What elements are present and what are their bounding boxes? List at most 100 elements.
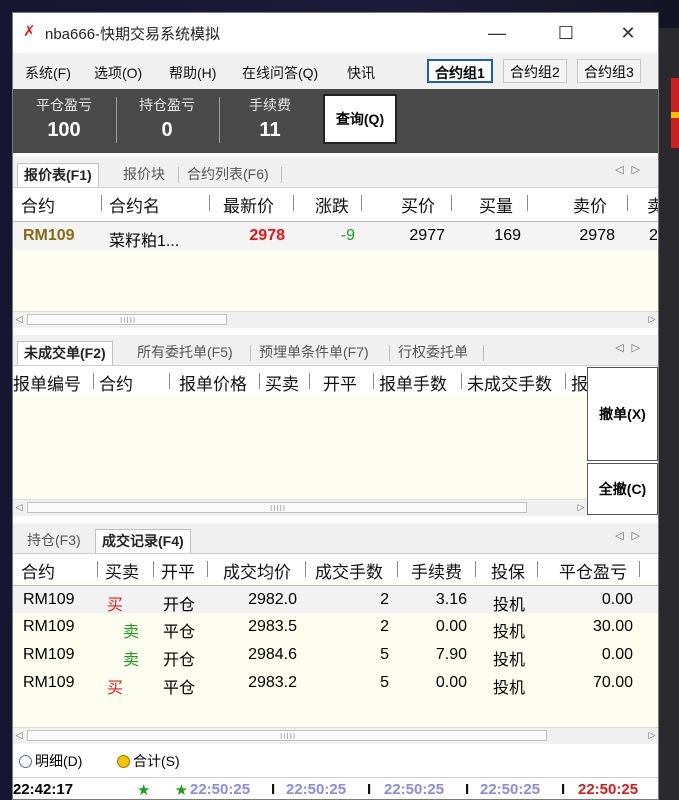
- cancel-order-button[interactable]: 撤单(X): [587, 367, 658, 461]
- col-change[interactable]: 涨跌: [315, 192, 349, 217]
- menu-online-qa[interactable]: 在线问答(Q): [242, 63, 318, 83]
- tab-positions[interactable]: 持仓(F3): [21, 529, 87, 552]
- trade-side: 卖: [123, 624, 140, 641]
- col-trade-hedge[interactable]: 投保: [491, 558, 525, 583]
- col-order-more[interactable]: 报: [571, 370, 587, 395]
- tab-contract-group-2[interactable]: 合约组2: [503, 59, 567, 83]
- col-divider: [293, 195, 294, 211]
- server-time: 22:50:25: [286, 781, 347, 798]
- tab-exercise-orders[interactable]: 行权委托单: [392, 341, 474, 364]
- maximize-button[interactable]: ☐: [543, 13, 589, 53]
- menu-help[interactable]: 帮助(H): [169, 63, 216, 83]
- tab-all-orders[interactable]: 所有委托单(F5): [131, 341, 239, 364]
- table-row[interactable]: RM109 买 开仓 2982.0 2 3.16 投机 0.00: [13, 585, 658, 615]
- quote-table-body: [13, 250, 658, 311]
- table-row[interactable]: RM109 卖 开仓 2984.6 5 7.90 投机 0.00: [13, 641, 658, 669]
- tab-quote-block[interactable]: 报价块: [117, 163, 171, 186]
- col-trade-close-pnl[interactable]: 平仓盈亏: [559, 558, 627, 583]
- minimize-button[interactable]: —: [474, 13, 520, 53]
- trade-symbol: RM109: [23, 618, 75, 635]
- col-trade-symbol[interactable]: 合约: [21, 558, 55, 583]
- quote-bid-volume: 169: [494, 227, 521, 244]
- col-divider: [97, 561, 98, 577]
- col-divider: [461, 373, 462, 389]
- app-window: ✗ nba666-快期交易系统模拟 — ☐ ✕ 系统(F) 选项(O) 帮助(H…: [12, 12, 659, 800]
- scroll-thumb[interactable]: IIIII: [27, 314, 227, 325]
- trade-horizontal-scrollbar[interactable]: ◁ IIIII ▷: [13, 727, 658, 744]
- table-row[interactable]: RM109 卖 平仓 2983.5 2 0.00 投机 30.00: [13, 613, 658, 641]
- trade-open-close: 平仓: [163, 624, 196, 641]
- quote-last-price: 2978: [249, 227, 285, 244]
- table-row[interactable]: RM109 买 平仓 2983.2 5 0.00 投机 70.00: [13, 669, 658, 697]
- col-order-symbol[interactable]: 合约: [99, 370, 133, 395]
- position-pnl-value: 0: [161, 119, 173, 141]
- col-bid[interactable]: 买价: [401, 192, 435, 217]
- scroll-right-arrow[interactable]: ▷: [646, 729, 658, 742]
- col-ask-volume[interactable]: 卖: [647, 192, 658, 217]
- trade-hedge: 投机: [493, 624, 526, 641]
- fee-stat: 手续费 11: [225, 95, 315, 142]
- quote-table-header: 合约 合约名 最新价 涨跌 买价 买量 卖价 卖: [13, 189, 658, 217]
- radio-detail[interactable]: 明细(D): [19, 751, 82, 771]
- menu-options[interactable]: 选项(O): [94, 63, 142, 83]
- col-divider: [259, 373, 260, 389]
- col-order-side[interactable]: 买卖: [265, 370, 299, 395]
- query-button[interactable]: 查询(Q): [323, 94, 397, 144]
- col-trade-side[interactable]: 买卖: [105, 558, 139, 583]
- col-bid-volume[interactable]: 买量: [479, 192, 513, 217]
- trade-qty: 5: [380, 674, 389, 691]
- scroll-right-arrow[interactable]: ▷: [646, 313, 658, 326]
- menu-bar: 系统(F) 选项(O) 帮助(H) 在线问答(Q) 快讯 合约组1 合约组2 合…: [13, 53, 658, 89]
- scroll-thumb[interactable]: IIIII: [27, 730, 547, 741]
- trade-close-pnl: 70.00: [592, 674, 633, 691]
- scroll-left-arrow[interactable]: ◁: [13, 501, 25, 514]
- scroll-left-arrow[interactable]: ◁: [13, 729, 25, 742]
- tab-quote-table[interactable]: 报价表(F1): [17, 163, 99, 187]
- col-trade-fee[interactable]: 手续费: [411, 558, 462, 583]
- col-divider: [309, 373, 310, 389]
- background-window-marker-accent: [671, 112, 679, 118]
- col-trade-open-close[interactable]: 开平: [161, 558, 195, 583]
- radio-total[interactable]: 合计(S): [117, 751, 180, 771]
- col-order-unfilled[interactable]: 未成交手数: [467, 370, 552, 395]
- app-logo-icon: ✗: [23, 23, 36, 40]
- menu-news[interactable]: 快讯: [347, 63, 375, 83]
- col-order-id[interactable]: 报单编号: [13, 370, 81, 395]
- scroll-thumb[interactable]: IIIII: [27, 502, 527, 513]
- col-order-qty[interactable]: 报单手数: [379, 370, 447, 395]
- tab-trade-records[interactable]: 成交记录(F4): [95, 529, 191, 553]
- tab-scroll-arrows[interactable]: ◁▷: [615, 163, 648, 176]
- tab-preset-orders[interactable]: 预埋单条件单(F7): [253, 341, 375, 364]
- order-horizontal-scrollbar[interactable]: ◁ IIIII ▷: [13, 499, 587, 516]
- trade-close-pnl: 0.00: [601, 646, 633, 663]
- tab-scroll-arrows[interactable]: ◁▷: [615, 529, 648, 542]
- scroll-right-arrow[interactable]: ▷: [575, 501, 587, 514]
- trade-hedge: 投机: [493, 680, 526, 697]
- quote-row[interactable]: RM109 菜籽粕1... 2978 -9 2977 169 2978 2: [13, 221, 658, 251]
- tab-contract-group-3[interactable]: 合约组3: [577, 59, 641, 83]
- quote-horizontal-scrollbar[interactable]: ◁ IIIII ▷: [13, 311, 658, 328]
- col-symbol[interactable]: 合约: [21, 192, 55, 217]
- scroll-left-arrow[interactable]: ◁: [13, 313, 25, 326]
- col-divider: [101, 195, 102, 211]
- col-trade-avg-price[interactable]: 成交均价: [223, 558, 291, 583]
- col-order-open-close[interactable]: 开平: [323, 370, 357, 395]
- background-window-edge: [659, 28, 679, 800]
- col-name[interactable]: 合约名: [109, 192, 160, 217]
- stat-divider: [219, 97, 220, 143]
- col-order-price[interactable]: 报单价格: [179, 370, 247, 395]
- cancel-all-button[interactable]: 全撤(C): [587, 463, 658, 515]
- tab-contract-group-1[interactable]: 合约组1: [427, 59, 493, 83]
- status-separator: I: [465, 781, 470, 798]
- order-tab-strip: 未成交单(F2) 所有委托单(F5) 预埋单条件单(F7) 行权委托单 ◁▷: [13, 335, 658, 366]
- tab-pending-orders[interactable]: 未成交单(F2): [17, 341, 113, 365]
- close-button[interactable]: ✕: [605, 13, 651, 53]
- quote-ask: 2978: [579, 227, 615, 244]
- tab-contract-list[interactable]: 合约列表(F6): [181, 163, 275, 186]
- col-last-price[interactable]: 最新价: [223, 192, 274, 217]
- col-trade-qty[interactable]: 成交手数: [315, 558, 383, 583]
- col-ask[interactable]: 卖价: [573, 192, 607, 217]
- menu-system[interactable]: 系统(F): [25, 63, 71, 83]
- tab-scroll-arrows[interactable]: ◁▷: [615, 341, 648, 354]
- tab-divider: [281, 167, 282, 183]
